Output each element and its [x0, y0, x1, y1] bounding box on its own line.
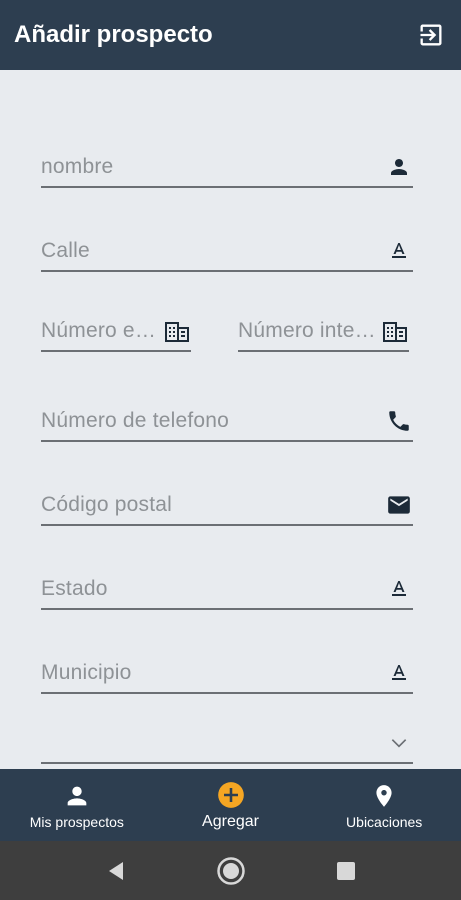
nav-add[interactable]: Agregar — [154, 769, 308, 841]
prospect-form: nombre Calle Número exterior Número inte… — [0, 70, 461, 769]
app-bar: Añadir prospecto — [0, 0, 461, 70]
building-icon — [163, 317, 191, 345]
nav-label: Agregar — [202, 813, 259, 830]
name-field[interactable]: nombre — [41, 148, 413, 188]
text-format-icon — [385, 237, 413, 265]
text-format-icon — [385, 659, 413, 687]
nav-label: Mis prospectos — [29, 814, 124, 830]
chevron-down-icon — [385, 729, 413, 757]
nav-label: Ubicaciones — [346, 814, 423, 830]
home-button[interactable] — [216, 856, 246, 886]
postal-code-field[interactable]: Código postal — [41, 486, 413, 526]
phone-field[interactable]: Número de telefono — [41, 402, 413, 442]
location-pin-icon — [376, 785, 392, 807]
exterior-number-field[interactable]: Número exterior — [41, 312, 191, 352]
text-format-icon — [385, 575, 413, 603]
interior-number-placeholder: Número interior — [238, 319, 381, 342]
recents-icon — [337, 861, 356, 880]
name-placeholder: nombre — [41, 155, 114, 178]
mail-icon — [385, 491, 413, 519]
municipality-field[interactable]: Municipio — [41, 654, 413, 694]
exterior-number-placeholder: Número exterior — [41, 319, 163, 342]
state-field[interactable]: Estado — [41, 570, 413, 610]
dropdown-select[interactable] — [41, 724, 413, 764]
person-icon — [67, 786, 87, 806]
building-icon — [381, 317, 409, 345]
municipality-placeholder: Municipio — [41, 661, 132, 684]
system-navigation-bar — [0, 841, 461, 900]
logout-icon — [420, 24, 442, 46]
bottom-navigation: Mis prospectos Agregar Ubicaciones — [0, 769, 461, 841]
phone-placeholder: Número de telefono — [41, 409, 230, 432]
add-circle-icon — [217, 782, 244, 808]
postal-code-placeholder: Código postal — [41, 493, 173, 516]
street-field[interactable]: Calle — [41, 232, 413, 272]
nav-my-prospects[interactable]: Mis prospectos — [0, 769, 154, 841]
phone-icon — [385, 407, 413, 435]
person-icon — [385, 153, 413, 181]
street-placeholder: Calle — [41, 239, 90, 262]
page-title: Añadir prospecto — [14, 21, 213, 48]
interior-number-field[interactable]: Número interior — [238, 312, 409, 352]
logout-button[interactable] — [415, 19, 447, 51]
recents-button[interactable] — [336, 861, 356, 881]
nav-locations[interactable]: Ubicaciones — [307, 769, 461, 841]
back-icon — [108, 861, 123, 880]
state-placeholder: Estado — [41, 577, 108, 600]
home-icon — [217, 856, 246, 885]
back-button[interactable] — [105, 860, 127, 882]
